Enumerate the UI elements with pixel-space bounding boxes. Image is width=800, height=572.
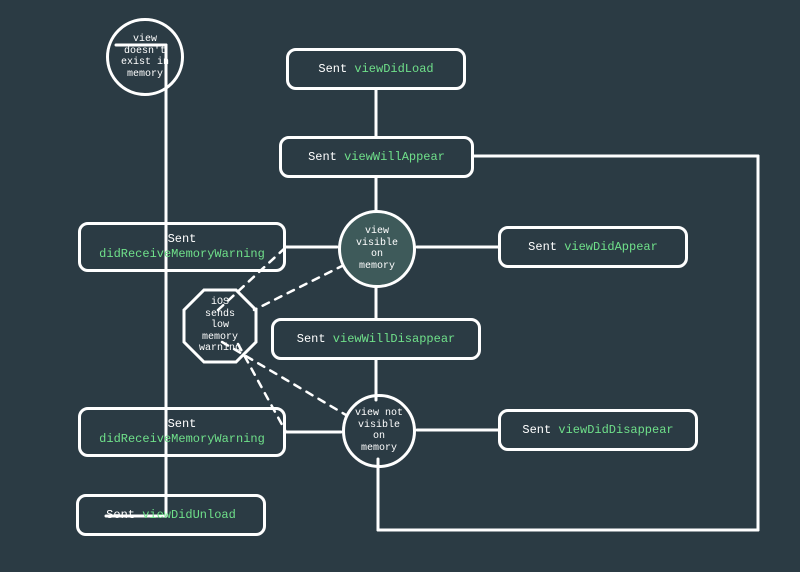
call-viewWillDisappear: Sent viewWillDisappear [271,318,481,360]
event-ios-low-memory-warning: iOS sends low memory warning [182,288,258,364]
sent-prefix: Sent [522,423,558,437]
method-name: viewDidAppear [564,240,658,254]
state-view-not-visible: view not visible on memory [342,394,416,468]
sent-prefix: Sent [528,240,564,254]
call-viewWillAppear: Sent viewWillAppear [279,136,474,178]
method-name: viewDidLoad [354,62,433,76]
method-name: viewDidUnload [142,508,236,522]
call-viewDidUnload: Sent viewDidUnload [76,494,266,536]
sent-prefix: Sent [168,232,197,246]
call-didReceiveMemoryWarning-notvisible: Sent didReceiveMemoryWarning [78,407,286,457]
method-name: didReceiveMemoryWarning [99,432,265,446]
sent-prefix: Sent [106,508,142,522]
method-name: viewDidDisappear [558,423,673,437]
ios-warning-label: iOS sends low memory warning [192,297,248,355]
sent-prefix: Sent [297,332,333,346]
state-view-not-in-memory: view doesn't exist in memory [106,18,184,96]
method-name: viewWillDisappear [333,332,455,346]
method-name: viewWillAppear [344,150,445,164]
call-viewDidLoad: Sent viewDidLoad [286,48,466,90]
state-view-visible: view visible on memory [338,210,416,288]
call-viewDidAppear: Sent viewDidAppear [498,226,688,268]
sent-prefix: Sent [308,150,344,164]
call-didReceiveMemoryWarning-visible: Sent didReceiveMemoryWarning [78,222,286,272]
sent-prefix: Sent [168,417,197,431]
call-viewDidDisappear: Sent viewDidDisappear [498,409,698,451]
method-name: didReceiveMemoryWarning [99,247,265,261]
sent-prefix: Sent [318,62,354,76]
